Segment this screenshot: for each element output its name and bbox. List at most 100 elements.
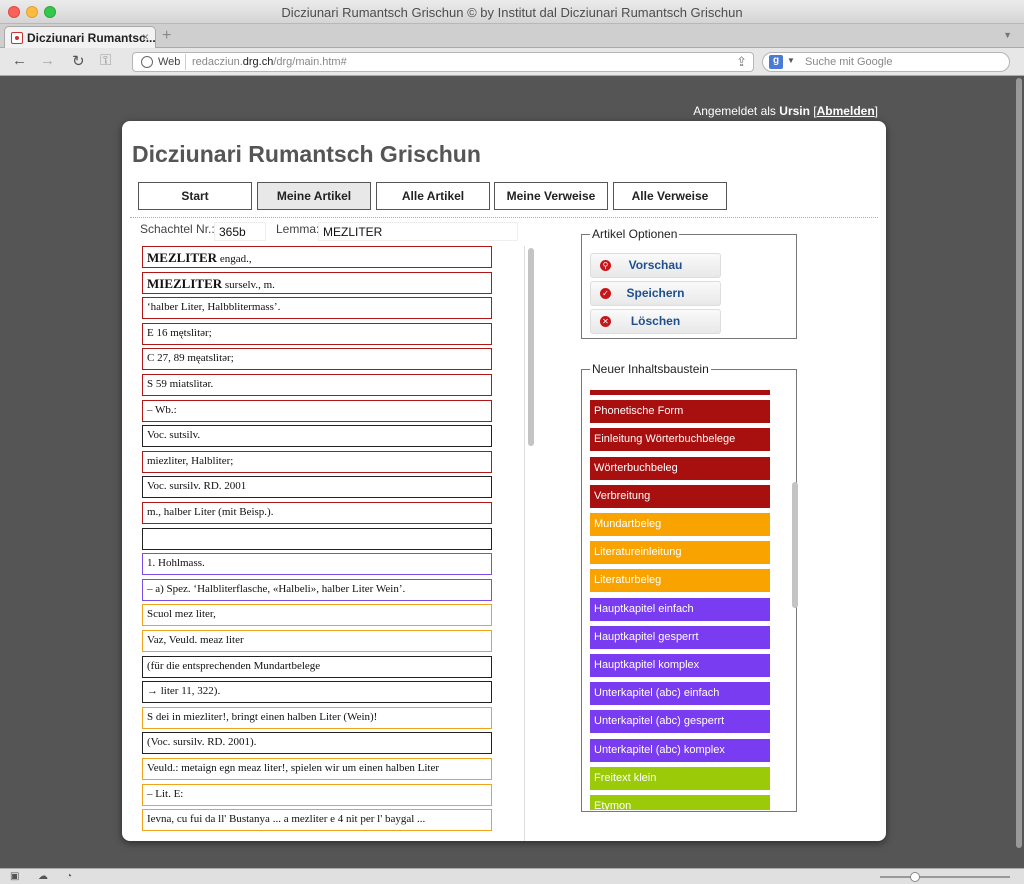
gauge-icon[interactable]: ◔ bbox=[66, 871, 72, 882]
entry-row[interactable] bbox=[142, 527, 492, 550]
close-tab-icon[interactable]: × bbox=[142, 30, 149, 44]
entry-row[interactable]: MEZLITER engad., bbox=[142, 246, 492, 268]
entries-scrollbar[interactable] bbox=[524, 246, 536, 841]
search-placeholder: Suche mit Google bbox=[805, 56, 893, 68]
menu-meine-verweise-button[interactable]: Meine Verweise bbox=[494, 182, 608, 210]
entry-row[interactable]: m., halber Liter (mit Beisp.). bbox=[142, 502, 492, 524]
preview-button[interactable]: ⚲ Vorschau bbox=[590, 253, 721, 278]
cloud-icon[interactable]: ☁ bbox=[38, 871, 48, 882]
menu-alle-artikel-button[interactable]: Alle Artikel bbox=[376, 182, 490, 210]
article-options: Artikel Optionen ⚲ Vorschau ✓ Speichern … bbox=[581, 227, 797, 339]
entry-text: Voc. sutsilv. bbox=[147, 429, 201, 442]
entry-text: 1. Hohlmass. bbox=[147, 557, 205, 570]
page-title: Dicziunari Rumantsch Grischun bbox=[132, 141, 481, 167]
save-icon: ✓ bbox=[600, 288, 611, 299]
forward-icon[interactable]: → bbox=[40, 52, 55, 69]
tab-list-dropdown-icon[interactable]: ▼ bbox=[1003, 30, 1012, 40]
entry-row[interactable]: E 16 mętslìtər; bbox=[142, 322, 492, 345]
entry-row[interactable]: Voc. sursilv. RD. 2001 bbox=[142, 476, 492, 499]
entry-row[interactable]: (Voc. sursilv. RD. 2001). bbox=[142, 732, 492, 755]
entry-row[interactable]: (für die entsprechenden Mundartbelege bbox=[142, 655, 492, 678]
entry-row[interactable]: MIEZLITER surselv., m. bbox=[142, 271, 492, 294]
browser-tab[interactable]: Dicziunari Rumantsc... × bbox=[4, 26, 156, 48]
entry-row[interactable]: Vaz, Veuld. meaz liter bbox=[142, 630, 492, 652]
google-icon[interactable]: g bbox=[769, 55, 783, 69]
zoom-slider-track[interactable] bbox=[880, 876, 1010, 878]
menu-start-button[interactable]: Start bbox=[138, 182, 252, 210]
page-scroll-thumb[interactable] bbox=[1016, 78, 1022, 848]
block-button[interactable]: Verbreitung bbox=[590, 484, 770, 508]
globe-icon bbox=[141, 56, 153, 68]
entry-row[interactable]: ‘halber Liter, Halbblitermass’. bbox=[142, 297, 492, 320]
entry-row[interactable]: Ievna, cu fui da ll' Bustanya ... a mezl… bbox=[142, 809, 492, 832]
logout-link[interactable]: Abmelden bbox=[817, 104, 875, 118]
save-button[interactable]: ✓ Speichern bbox=[590, 281, 721, 306]
block-button[interactable]: Wörterbuchbeleg bbox=[590, 456, 770, 480]
entry-row[interactable]: – Lit. E: bbox=[142, 783, 492, 806]
search-field[interactable]: g ▼ Suche mit Google bbox=[762, 52, 1010, 72]
tab-title: Dicziunari Rumantsc... bbox=[27, 31, 156, 45]
entry-row[interactable]: miezliter, Halbliter; bbox=[142, 450, 492, 473]
new-block-panel: Neuer Inhaltsbaustein Phonetische Form Ei… bbox=[581, 362, 800, 815]
blocks-scrollbar[interactable] bbox=[790, 390, 800, 815]
block-button[interactable]: Hauptkapitel gesperrt bbox=[590, 625, 770, 649]
entry-row[interactable]: Voc. sutsilv. bbox=[142, 425, 492, 448]
reload-icon[interactable]: ↻ bbox=[72, 52, 85, 70]
block-button[interactable]: Unterkapitel (abc) komplex bbox=[590, 738, 770, 762]
entry-text: Voc. sursilv. RD. 2001 bbox=[147, 480, 247, 493]
entry-row[interactable]: C 27, 89 męatslìtər; bbox=[142, 348, 492, 371]
key-icon[interactable]: ⚿ bbox=[100, 52, 111, 69]
entry-row[interactable]: – a) Spez. ‘Halbliterflasche, «Halbeli»,… bbox=[142, 578, 492, 601]
address-bar[interactable]: Web redacziun.drg.ch/drg/main.htm# ⇪ bbox=[132, 52, 754, 72]
block-button[interactable]: Hauptkapitel einfach bbox=[590, 597, 770, 621]
entry-text: surselv., m. bbox=[222, 278, 275, 291]
entry-text: S dei in miezliter!, bringt einen halben… bbox=[147, 710, 378, 723]
entry-text: E 16 mętslìtər; bbox=[147, 326, 212, 339]
block-button[interactable]: Mundartbeleg bbox=[590, 513, 770, 536]
favicon-icon bbox=[11, 32, 23, 44]
delete-button[interactable]: ✕ Löschen bbox=[590, 309, 721, 334]
entry-row[interactable]: 1. Hohlmass. bbox=[142, 553, 492, 576]
block-button[interactable]: Hauptkapitel komplex bbox=[590, 654, 770, 677]
chevron-down-icon[interactable]: ▼ bbox=[787, 56, 795, 65]
entry-row[interactable]: S dei in miezliter!, bringt einen halben… bbox=[142, 706, 492, 729]
nav-toolbar: ← → ↻ ⚿ Web redacziun.drg.ch/drg/main.ht… bbox=[0, 48, 1024, 76]
entry-text: (Voc. sursilv. RD. 2001). bbox=[147, 736, 257, 749]
block-button[interactable]: Freitext klein bbox=[590, 766, 770, 790]
menu-alle-verweise-button[interactable]: Alle Verweise bbox=[613, 182, 727, 210]
share-icon[interactable]: ⇪ bbox=[736, 54, 747, 70]
new-tab-button[interactable]: + bbox=[162, 27, 171, 45]
back-icon[interactable]: ← bbox=[12, 52, 27, 69]
block-button[interactable]: Etymon bbox=[590, 795, 770, 810]
entry-row[interactable]: → liter 11, 322). bbox=[142, 681, 492, 704]
login-info: Angemeldet als Ursin [Abmelden] bbox=[693, 104, 878, 118]
entries-scroll-thumb[interactable] bbox=[528, 248, 534, 446]
entry-row[interactable]: S 59 miatslìtər. bbox=[142, 374, 492, 396]
block-button[interactable]: Unterkapitel (abc) gesperrt bbox=[590, 710, 770, 734]
entry-row[interactable]: Scuol mez liter, bbox=[142, 604, 492, 627]
schachtel-field[interactable]: 365b bbox=[214, 222, 266, 241]
sidebar-toggle-icon[interactable]: ▣ bbox=[10, 871, 19, 882]
block-button[interactable]: Literatureinleitung bbox=[590, 541, 770, 565]
username: Ursin bbox=[779, 104, 810, 118]
block-button[interactable]: Phonetische Form bbox=[590, 400, 770, 424]
entry-row[interactable]: Veuld.: metaign egn meaz liter!, spielen… bbox=[142, 758, 492, 780]
tab-bar: Dicziunari Rumantsc... × bbox=[0, 24, 1024, 48]
blocks-scroll-thumb[interactable] bbox=[792, 482, 798, 608]
entry-text: Vaz, Veuld. meaz liter bbox=[147, 634, 244, 646]
page-scrollbar[interactable] bbox=[1014, 78, 1024, 868]
menu-meine-artikel-button[interactable]: Meine Artikel bbox=[257, 182, 371, 210]
article-options-legend: Artikel Optionen bbox=[592, 227, 678, 241]
zoom-slider-knob[interactable] bbox=[910, 872, 920, 882]
schachtel-label: Schachtel Nr.: bbox=[140, 222, 215, 236]
entry-row[interactable]: – Wb.: bbox=[142, 399, 492, 422]
entry-text: (für die entsprechenden Mundartbelege bbox=[147, 659, 321, 672]
url-separator bbox=[185, 54, 186, 70]
block-button[interactable] bbox=[590, 390, 770, 395]
block-button[interactable]: Unterkapitel (abc) einfach bbox=[590, 682, 770, 706]
lemma-field[interactable]: MEZLITER bbox=[318, 222, 518, 241]
entry-text: Ievna, cu fui da ll' Bustanya ... a mezl… bbox=[147, 813, 426, 826]
block-button[interactable]: Einleitung Wörterbuchbelege bbox=[590, 428, 770, 452]
entry-text: Veuld.: metaign egn meaz liter!, spielen… bbox=[147, 762, 440, 774]
block-button[interactable]: Literaturbeleg bbox=[590, 569, 770, 593]
